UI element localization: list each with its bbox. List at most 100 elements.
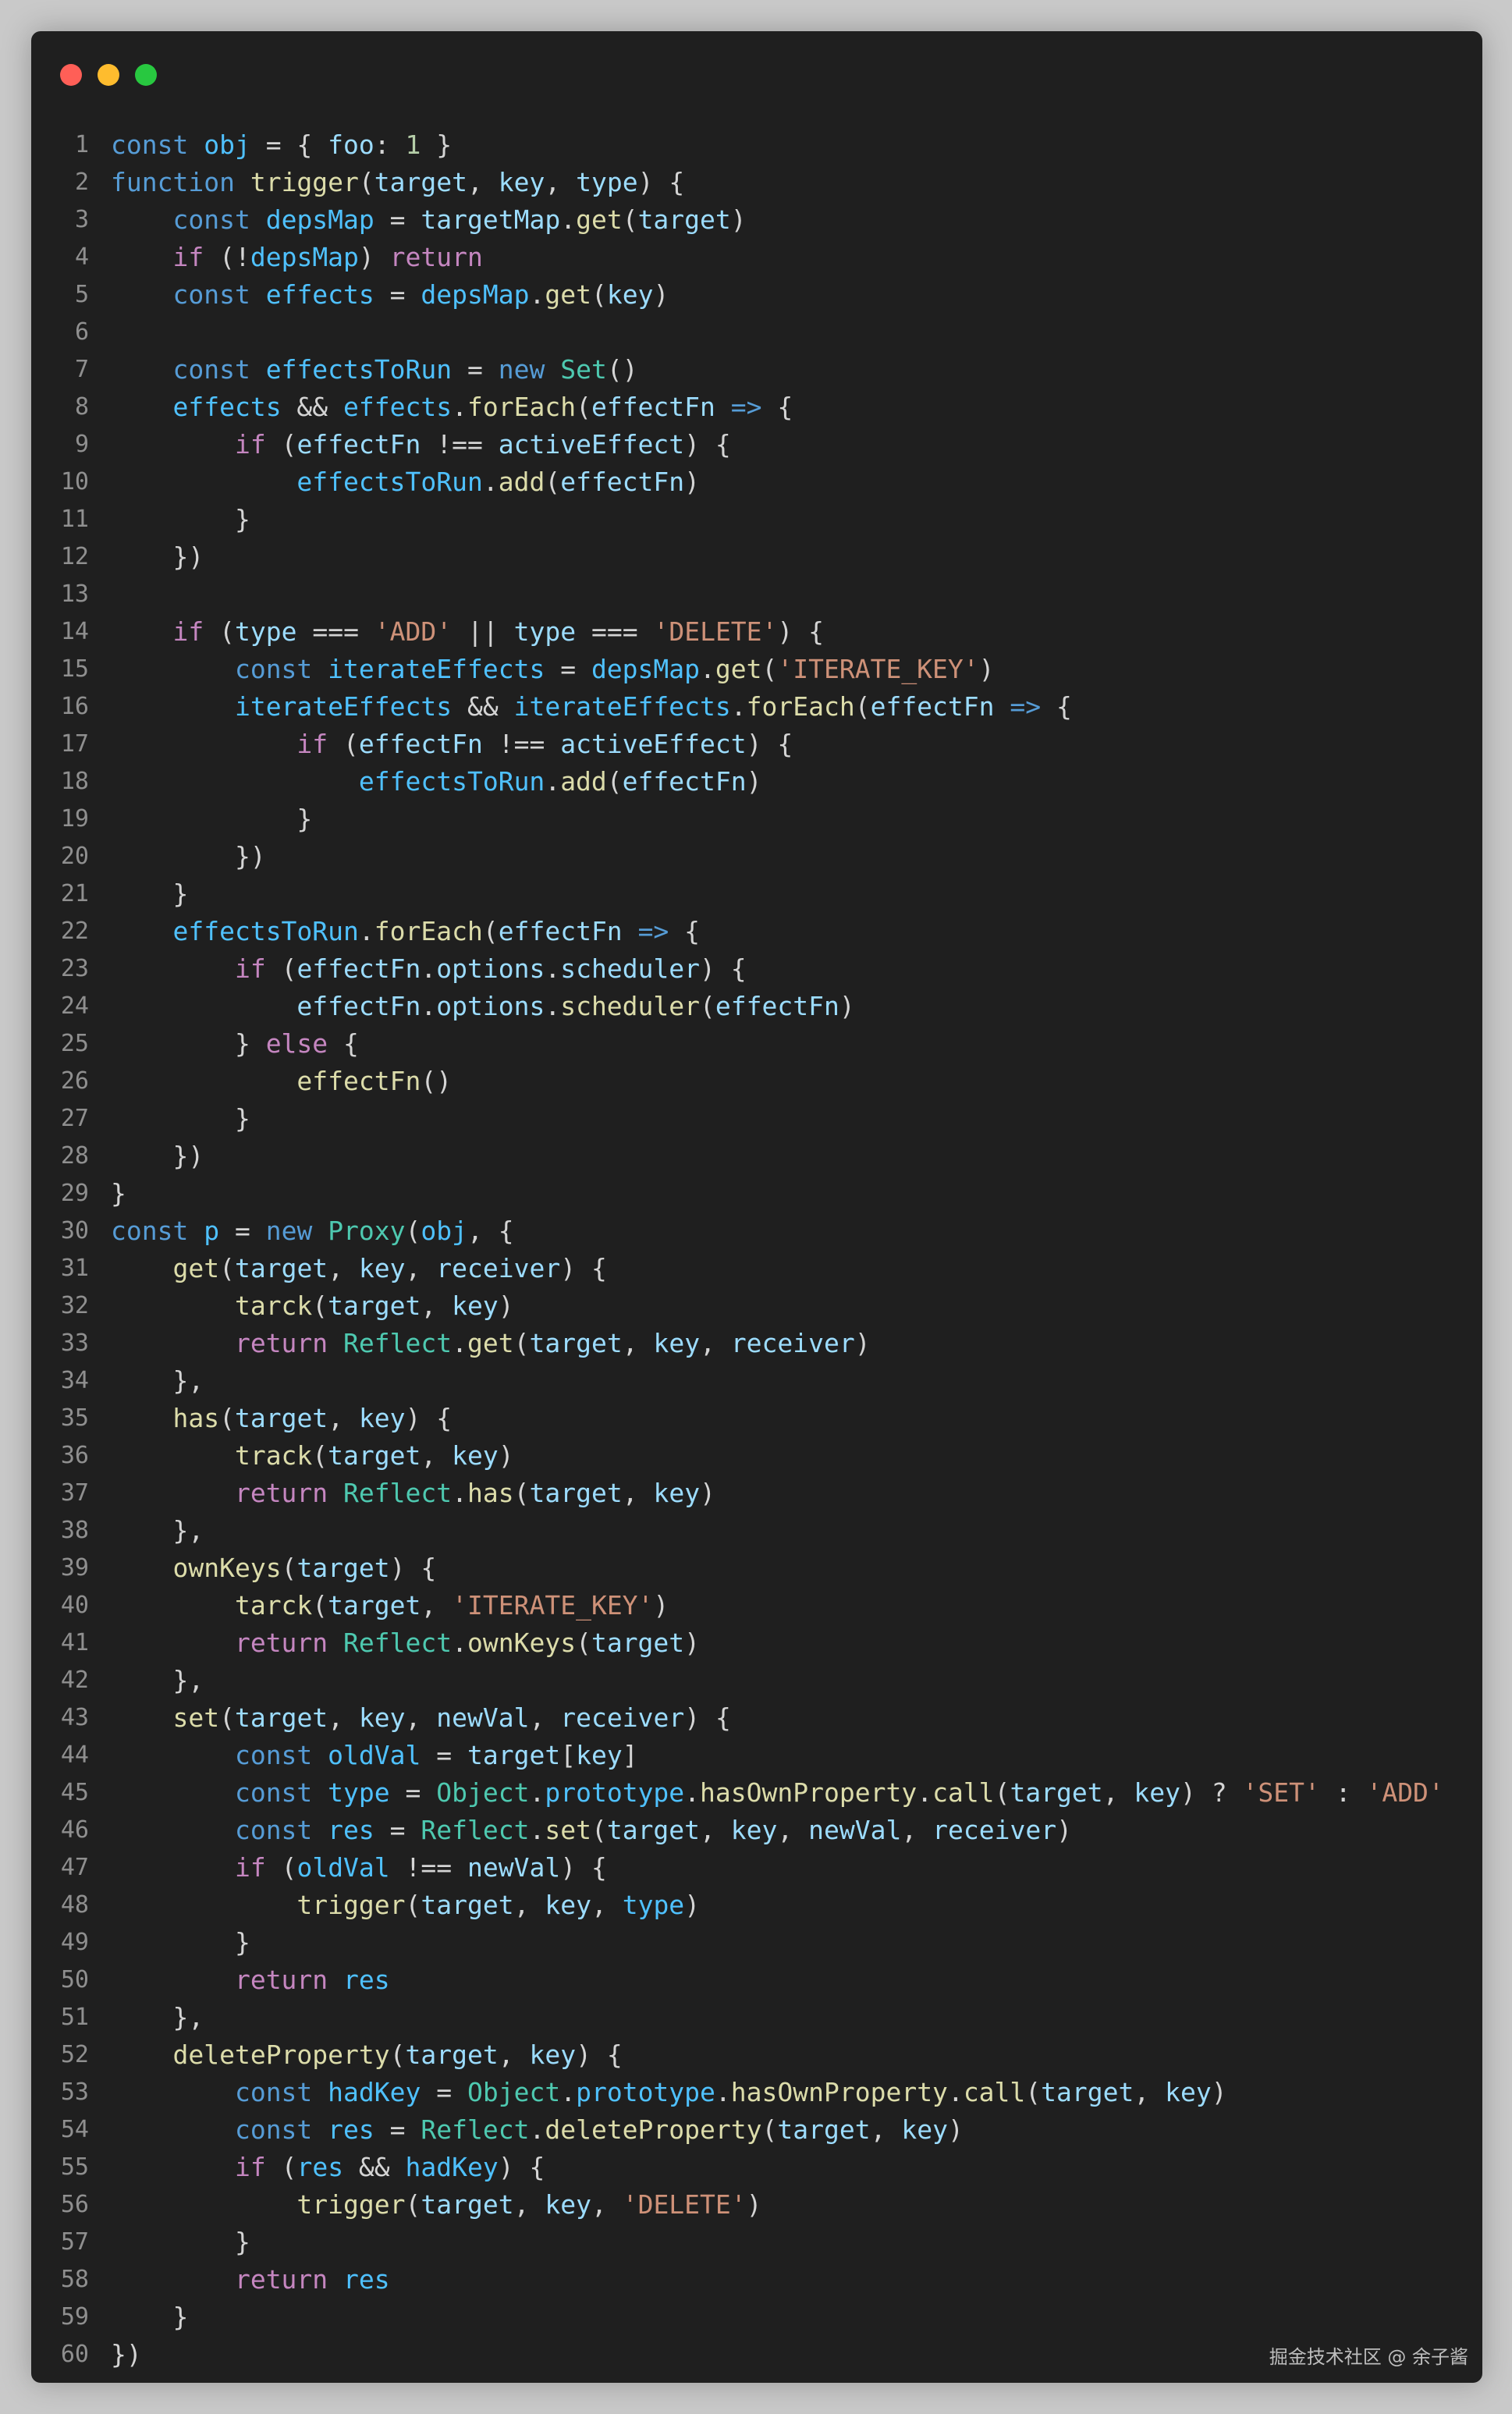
line-number: 14 <box>60 618 89 645</box>
code-token: const <box>234 2077 313 2107</box>
code-line: 32 tarck(target, key) <box>31 1287 1482 1325</box>
code-token: , <box>1134 2077 1166 2107</box>
code-token: = <box>374 1815 421 1845</box>
code-token: , <box>591 1890 623 1920</box>
code-token: hadKey <box>405 2152 499 2182</box>
code-token: target <box>234 1403 328 1433</box>
code-token: ( <box>405 1890 421 1920</box>
code-token: ( <box>761 2114 778 2145</box>
line-number: 29 <box>60 1180 89 1207</box>
code-line: 46 const res = Reflect.set(target, key, … <box>31 1812 1482 1849</box>
code-token: target <box>234 1702 328 1733</box>
line-number: 50 <box>60 1966 89 1993</box>
line-number: 8 <box>74 393 89 421</box>
code-token: options <box>436 991 545 1021</box>
code-token: && <box>281 392 344 422</box>
line-number: 44 <box>60 1741 89 1769</box>
code-text: effectsToRun.add(effectFn) <box>111 763 762 801</box>
minimize-window-button[interactable] <box>98 64 119 86</box>
line-number: 18 <box>60 768 89 795</box>
code-token: res <box>296 2152 344 2182</box>
watermark: 掘金技术社区 @ 余子酱 <box>1269 2346 1468 2368</box>
code-token: } <box>111 1028 266 1059</box>
code-line: 6 <box>31 314 1482 351</box>
code-token: effectFn <box>296 953 421 984</box>
code-token: , <box>513 1890 545 1920</box>
code-token: ( <box>328 729 359 759</box>
code-token: Object <box>467 2077 561 2107</box>
code-text: const p = new Proxy(obj, { <box>111 1212 514 1250</box>
code-line: 22 effectsToRun.forEach(effectFn => { <box>31 913 1482 950</box>
code-token: { <box>328 1028 359 1059</box>
zoom-window-button[interactable] <box>135 64 157 86</box>
code-token: ) { <box>777 616 825 647</box>
code-line: 26 effectFn() <box>31 1063 1482 1100</box>
code-token: ) { <box>560 1253 607 1283</box>
code-token: obj <box>421 1216 468 1246</box>
code-line: 5 const effects = depsMap.get(key) <box>31 276 1482 314</box>
code-token: call <box>932 1777 995 1808</box>
code-token: }) <box>111 841 266 872</box>
code-token: ( <box>622 204 638 235</box>
line-number: 27 <box>60 1105 89 1132</box>
code-token: has <box>467 1478 514 1508</box>
code-token: const <box>234 1740 313 1770</box>
code-line: 56 trigger(target, key, 'DELETE') <box>31 2186 1482 2224</box>
code-line: 29} <box>31 1175 1482 1212</box>
code-token: res <box>328 2114 374 2145</box>
code-token: ( <box>265 2152 297 2182</box>
line-number: 3 <box>74 206 89 233</box>
code-token: target <box>405 2039 499 2070</box>
code-token: receiver <box>560 1702 685 1733</box>
code-token: ( <box>591 1815 607 1845</box>
code-token: . <box>700 654 715 684</box>
code-token: ) <box>653 1590 669 1621</box>
code-token: { <box>761 392 793 422</box>
code-token: . <box>715 2077 731 2107</box>
code-token: receiver <box>730 1328 855 1358</box>
code-text: }) <box>111 838 266 875</box>
code-line: 43 set(target, key, newVal, receiver) { <box>31 1699 1482 1737</box>
code-token: 'DELETE' <box>653 616 778 647</box>
code-text: }) <box>111 1138 204 1175</box>
code-token: trigger <box>296 2189 406 2220</box>
code-token: if <box>172 242 204 272</box>
code-token: () <box>606 354 638 385</box>
code-token: ( <box>513 1478 530 1508</box>
code-token: ( <box>265 429 297 460</box>
code-text: const res = Reflect.deleteProperty(targe… <box>111 2111 964 2149</box>
line-number: 57 <box>60 2228 89 2256</box>
code-token: , <box>513 2189 545 2220</box>
code-token: activeEffect <box>560 729 747 759</box>
code-token: newVal <box>808 1815 902 1845</box>
code-text: deleteProperty(target, key) { <box>111 2036 622 2074</box>
code-token: { <box>669 916 701 946</box>
code-token: . <box>482 467 499 497</box>
code-token: . <box>529 1815 545 1845</box>
code-token: ) { <box>637 167 685 197</box>
code-text: get(target, key, receiver) { <box>111 1250 607 1287</box>
code-line: 21 } <box>31 875 1482 913</box>
code-token: type <box>234 616 297 647</box>
code-token: track <box>234 1440 313 1471</box>
code-token: , <box>405 1702 437 1733</box>
code-token: , <box>870 2114 902 2145</box>
close-window-button[interactable] <box>60 64 82 86</box>
code-text: }, <box>111 1999 204 2036</box>
code-token: }, <box>111 1515 204 1546</box>
code-token: , <box>622 1478 654 1508</box>
code-text: if (effectFn !== activeEffect) { <box>111 726 793 763</box>
code-text: tarck(target, key) <box>111 1287 514 1325</box>
